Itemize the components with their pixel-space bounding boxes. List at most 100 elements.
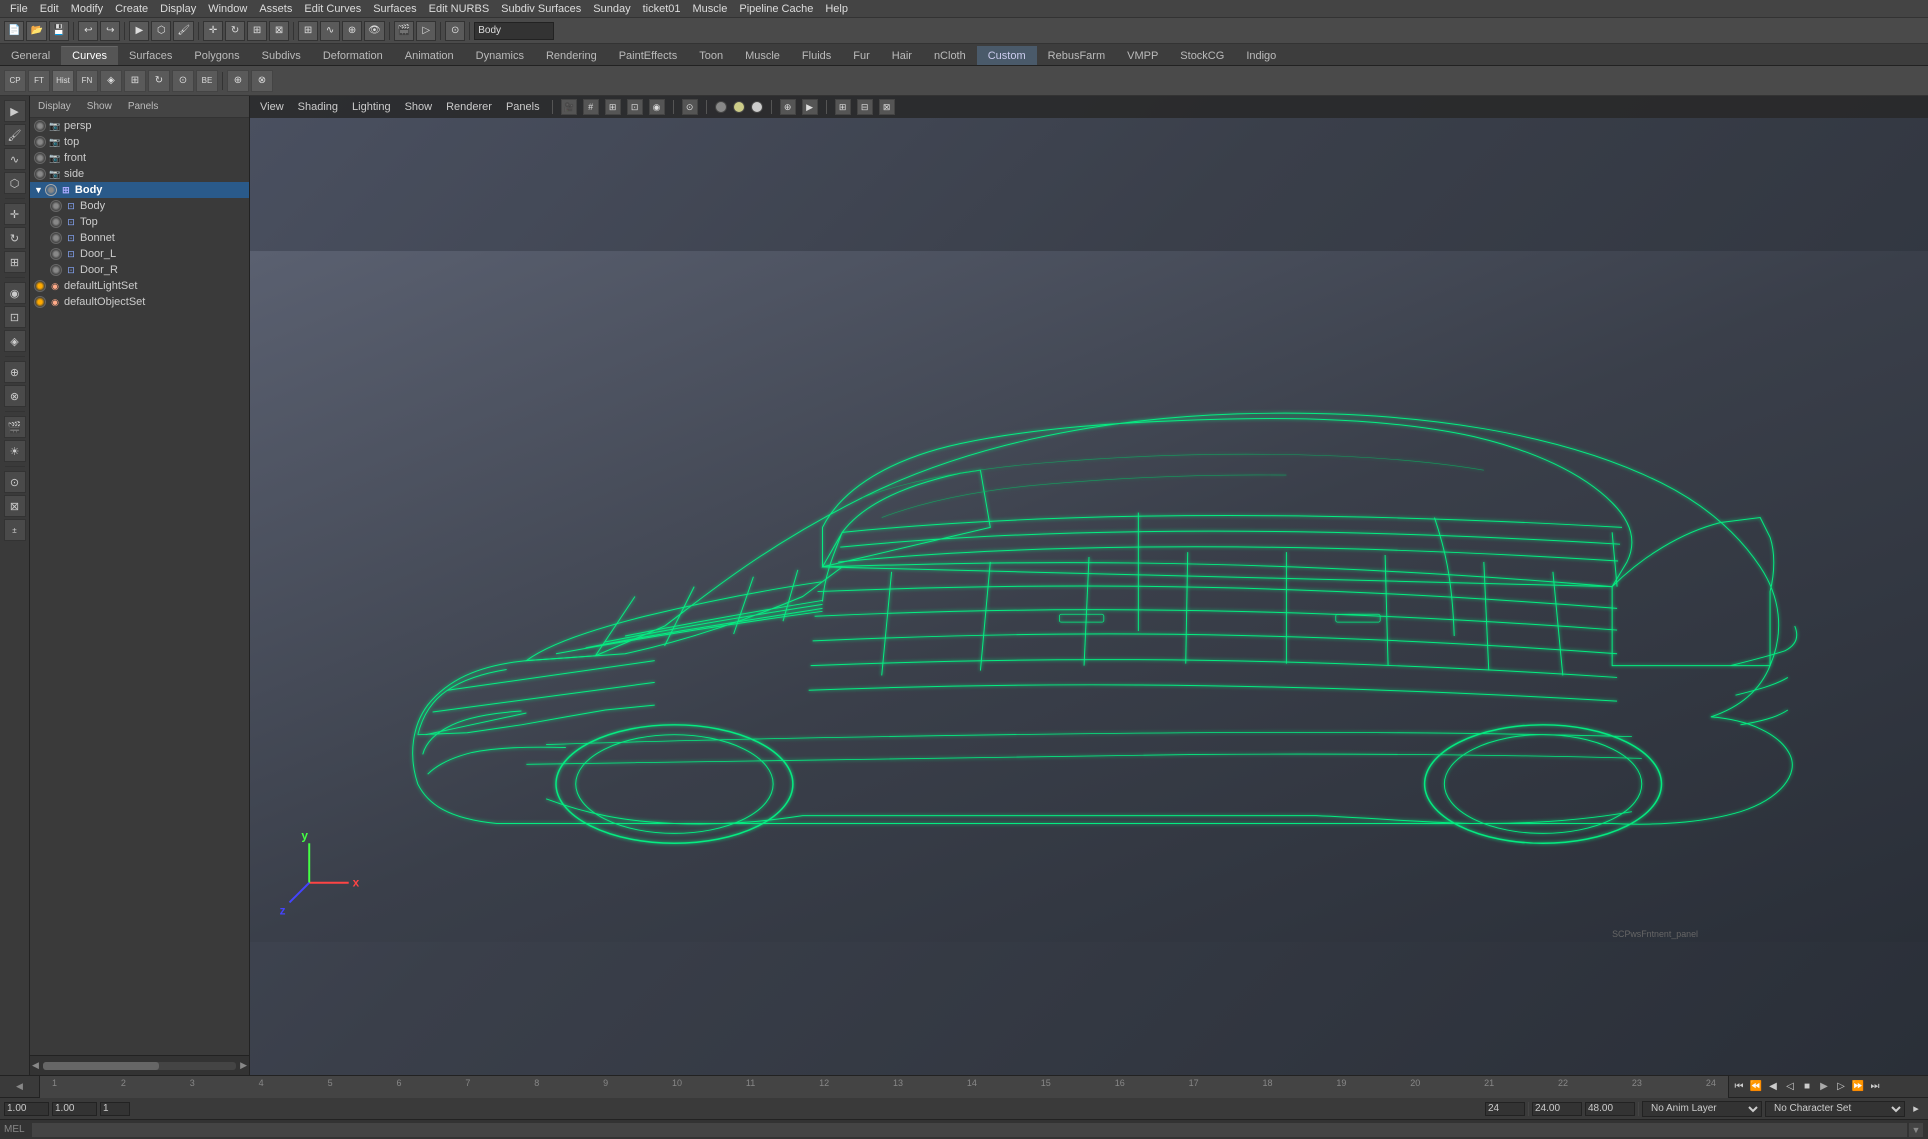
shelf-icon3[interactable]: ↻: [148, 70, 170, 92]
outliner-item-door-l[interactable]: ⊡ Door_L: [30, 246, 249, 262]
btn-range-right[interactable]: ▸: [1908, 1101, 1924, 1117]
visibility-icon-object-set[interactable]: [34, 296, 46, 308]
tool-joint[interactable]: ⊕: [4, 361, 26, 383]
tab-fluids[interactable]: Fluids: [791, 46, 842, 65]
mel-input-field[interactable]: [31, 1122, 1908, 1138]
menu-edit-nurbs[interactable]: Edit NURBS: [423, 3, 496, 15]
tab-muscle[interactable]: Muscle: [734, 46, 791, 65]
vp-menu-panels[interactable]: Panels: [502, 101, 544, 113]
tb-snap-point[interactable]: ⊕: [342, 21, 362, 41]
tab-fur[interactable]: Fur: [842, 46, 881, 65]
visibility-icon-top-mesh[interactable]: [50, 216, 62, 228]
vp-menu-view[interactable]: View: [256, 101, 288, 113]
vp-menu-renderer[interactable]: Renderer: [442, 101, 496, 113]
tab-curves[interactable]: Curves: [61, 46, 118, 65]
tab-polygons[interactable]: Polygons: [183, 46, 250, 65]
outliner-item-body-mesh[interactable]: ⊡ Body: [30, 198, 249, 214]
vp-snap-btn[interactable]: ⊕: [780, 99, 796, 115]
tool-scale[interactable]: ⊞: [4, 251, 26, 273]
tab-surfaces[interactable]: Surfaces: [118, 46, 183, 65]
panel-tab-show[interactable]: Show: [79, 98, 120, 115]
outliner-item-persp[interactable]: 📷 persp: [30, 118, 249, 134]
tab-animation[interactable]: Animation: [394, 46, 465, 65]
tab-dynamics[interactable]: Dynamics: [465, 46, 535, 65]
vp-layout-btn2[interactable]: ⊟: [857, 99, 873, 115]
tb-snap-view[interactable]: 👁: [364, 21, 385, 41]
vp-menu-lighting[interactable]: Lighting: [348, 101, 395, 113]
visibility-icon-persp[interactable]: [34, 120, 46, 132]
tb-move[interactable]: ✛: [203, 21, 223, 41]
tab-ncloth[interactable]: nCloth: [923, 46, 977, 65]
outliner-scroll-left[interactable]: ◀: [32, 1060, 39, 1071]
outliner-item-top-mesh[interactable]: ⊡ Top: [30, 214, 249, 230]
shelf-hist[interactable]: Hist: [52, 70, 74, 92]
btn-go-end[interactable]: ⏭: [1867, 1079, 1883, 1095]
tab-toon[interactable]: Toon: [688, 46, 734, 65]
visibility-icon-top[interactable]: [34, 136, 46, 148]
outliner-scroll-right[interactable]: ▶: [240, 1060, 247, 1071]
char-set-selector[interactable]: No Character Set: [1765, 1101, 1905, 1117]
menu-modify[interactable]: Modify: [65, 3, 109, 15]
tb-open[interactable]: 📂: [26, 21, 46, 41]
menu-surfaces[interactable]: Surfaces: [367, 3, 422, 15]
tool-misc1[interactable]: ⊙: [4, 471, 26, 493]
tab-painteffects[interactable]: PaintEffects: [608, 46, 689, 65]
btn-next-key[interactable]: ⏩: [1850, 1079, 1866, 1095]
panel-tab-panels[interactable]: Panels: [120, 98, 167, 115]
outliner-item-body-group[interactable]: ▼ ⊞ Body: [30, 182, 249, 198]
shelf-ico6[interactable]: ⊗: [251, 70, 273, 92]
vp-smooth-btn[interactable]: ◉: [649, 99, 665, 115]
tb-save[interactable]: 💾: [49, 21, 69, 41]
tool-curve[interactable]: ∿: [4, 148, 26, 170]
tab-custom[interactable]: Custom: [977, 46, 1037, 65]
menu-window[interactable]: Window: [202, 3, 253, 15]
tab-stockcg[interactable]: StockCG: [1169, 46, 1235, 65]
tab-deformation[interactable]: Deformation: [312, 46, 394, 65]
vp-grid-btn[interactable]: #: [583, 99, 599, 115]
outliner-scroll-bar[interactable]: [43, 1062, 236, 1070]
tool-rotate[interactable]: ↻: [4, 227, 26, 249]
range-current-field[interactable]: [52, 1102, 97, 1116]
btn-play-back[interactable]: ◁: [1782, 1079, 1798, 1095]
outliner-item-bonnet[interactable]: ⊡ Bonnet: [30, 230, 249, 246]
btn-prev-frame[interactable]: ◀: [1765, 1079, 1781, 1095]
tb-snap-curve[interactable]: ∿: [320, 21, 340, 41]
visibility-icon-door-l[interactable]: [50, 248, 62, 260]
vp-layout-btn1[interactable]: ⊞: [835, 99, 851, 115]
visibility-icon-side[interactable]: [34, 168, 46, 180]
visibility-icon-bonnet[interactable]: [50, 232, 62, 244]
btn-next-frame[interactable]: ▷: [1833, 1079, 1849, 1095]
vp-menu-shading[interactable]: Shading: [294, 101, 342, 113]
tab-general[interactable]: General: [0, 46, 61, 65]
outliner-item-door-r[interactable]: ⊡ Door_R: [30, 262, 249, 278]
shelf-icon1[interactable]: ◈: [100, 70, 122, 92]
tab-vmpp[interactable]: VMPP: [1116, 46, 1169, 65]
mel-history-btn[interactable]: ▼: [1908, 1122, 1924, 1138]
tool-deform[interactable]: ⊡: [4, 306, 26, 328]
menu-create[interactable]: Create: [109, 3, 154, 15]
shelf-ico5[interactable]: ⊕: [227, 70, 249, 92]
menu-pipeline-cache[interactable]: Pipeline Cache: [733, 3, 819, 15]
main-viewport[interactable]: View Shading Lighting Show Renderer Pane…: [250, 96, 1928, 1075]
vp-select-btn[interactable]: ▶: [802, 99, 818, 115]
visibility-icon-door-r[interactable]: [50, 264, 62, 276]
menu-help[interactable]: Help: [819, 3, 854, 15]
tool-ik[interactable]: ⊗: [4, 385, 26, 407]
menu-assets[interactable]: Assets: [253, 3, 298, 15]
shelf-cp[interactable]: CP: [4, 70, 26, 92]
vp-shading-btn2[interactable]: [733, 101, 745, 113]
menu-ticket01[interactable]: ticket01: [637, 3, 687, 15]
outliner-item-default-object-set[interactable]: ◉ defaultObjectSet: [30, 294, 249, 310]
timeline-scroll-left[interactable]: ◀: [0, 1076, 40, 1098]
tb-scale[interactable]: ⊞: [247, 21, 267, 41]
vp-wire-btn[interactable]: ⊡: [627, 99, 643, 115]
vp-cam-btn[interactable]: 🎥: [561, 99, 577, 115]
menu-sunday[interactable]: Sunday: [587, 3, 636, 15]
btn-play-fwd[interactable]: ▶: [1816, 1079, 1832, 1095]
tb-show-manip[interactable]: ⊙: [445, 21, 465, 41]
anim-end-field[interactable]: [1585, 1102, 1635, 1116]
tool-paint[interactable]: 🖌: [4, 124, 26, 146]
tb-transform[interactable]: ⊠: [269, 21, 289, 41]
range-keyframe-field[interactable]: [100, 1102, 130, 1116]
tab-hair[interactable]: Hair: [881, 46, 923, 65]
